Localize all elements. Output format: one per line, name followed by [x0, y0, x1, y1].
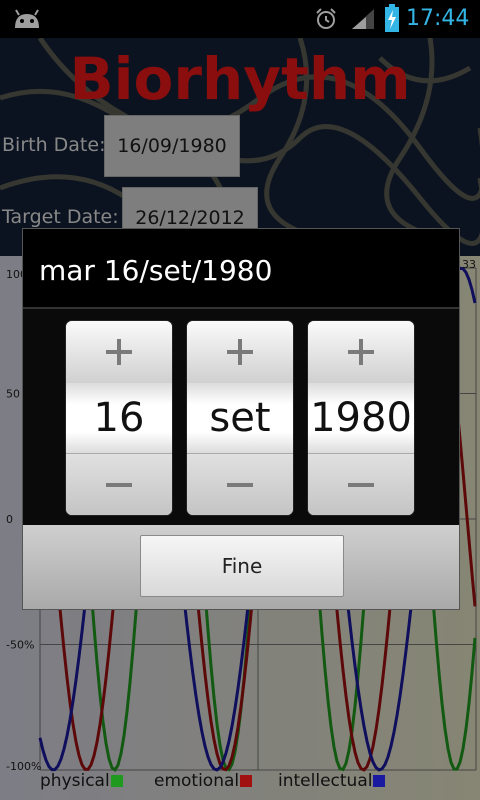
birth-date-field[interactable]: 16/09/1980	[104, 115, 240, 177]
month-value[interactable]: set	[187, 383, 293, 453]
legend-intellectual: intellectual	[278, 770, 386, 792]
status-clock: 17:44	[406, 6, 470, 31]
target-date-label: Target Date:	[2, 206, 119, 228]
year-decrement-button[interactable]	[308, 453, 414, 515]
plus-icon	[106, 339, 132, 365]
year-picker: 1980	[308, 321, 414, 515]
birth-date-label: Birth Date:	[2, 134, 106, 156]
legend-physical-swatch	[110, 775, 123, 787]
minus-icon	[348, 483, 374, 487]
done-button[interactable]: Fine	[140, 535, 344, 597]
minus-icon	[227, 483, 253, 487]
month-picker: set	[187, 321, 293, 515]
signal-icon	[352, 9, 374, 29]
month-increment-button[interactable]	[187, 321, 293, 384]
day-value[interactable]: 16	[66, 383, 172, 453]
legend-intellectual-swatch	[373, 775, 386, 787]
year-value[interactable]: 1980	[308, 383, 414, 453]
day-decrement-button[interactable]	[66, 453, 172, 515]
app-title: Biorhythm	[69, 45, 411, 113]
year-increment-button[interactable]	[308, 321, 414, 384]
day-increment-button[interactable]	[66, 321, 172, 384]
picker-area: 16 set 1980	[23, 309, 459, 525]
status-bar: 17:44	[0, 0, 480, 38]
battery-charging-icon	[385, 4, 399, 32]
legend-physical: physical	[40, 770, 123, 792]
legend-physical-label: physical	[40, 771, 110, 791]
legend-intellectual-label: intellectual	[278, 771, 373, 791]
dialog-title: mar 16/set/1980	[39, 254, 273, 287]
legend-emotional-label: emotional	[154, 771, 240, 791]
date-picker-dialog: mar 16/set/1980 16 set 1980 Fine	[22, 228, 460, 610]
month-decrement-button[interactable]	[187, 453, 293, 515]
legend-emotional: emotional	[154, 770, 253, 792]
minus-icon	[106, 483, 132, 487]
alarm-icon	[316, 8, 336, 29]
legend-emotional-swatch	[240, 775, 253, 787]
dialog-button-bar: Fine	[23, 525, 459, 609]
android-debug-icon	[15, 9, 39, 28]
plus-icon	[227, 339, 253, 365]
day-picker: 16	[66, 321, 172, 515]
plus-icon	[348, 339, 374, 365]
